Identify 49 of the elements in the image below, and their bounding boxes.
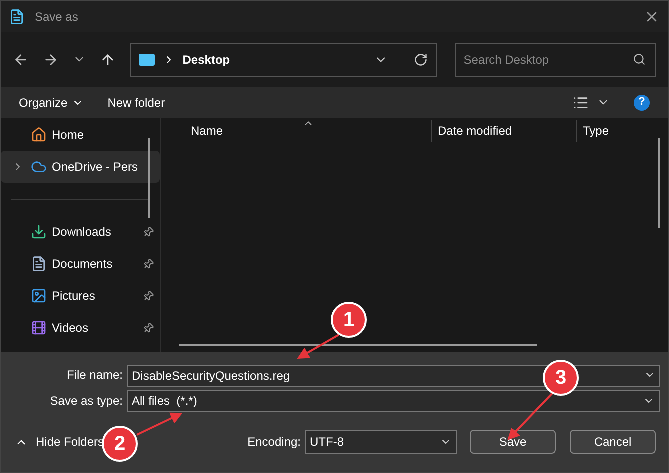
hide-folders-button[interactable]: Hide Folders [9,433,104,451]
picture-icon [31,288,47,304]
document-icon [31,256,47,272]
field-label: Save as type: [49,393,123,410]
video-icon [31,320,47,336]
file-type-dropdown[interactable]: All files (*.*) [127,390,660,412]
column-header[interactable]: Name [191,122,431,140]
save-button[interactable]: Save [470,430,556,454]
search-field[interactable]: Search Desktop [454,42,656,76]
sidebar-label: Home [52,127,86,144]
sidebar-label: Videos [52,320,90,337]
view-options-icon[interactable] [573,94,589,110]
column-header[interactable]: Date modified [438,122,576,140]
notepad-icon [9,8,25,24]
sidebar-label: Downloads [52,224,112,241]
sidebar-item[interactable]: OneDrive - Pers [1,151,160,183]
new-folder-button[interactable]: New folder [108,94,166,112]
sidebar-label: OneDrive - Pers [52,159,140,176]
sidebar-item[interactable]: Home [1,119,160,151]
pointer-arrow [136,412,183,436]
pointer-arrow [297,334,340,359]
organize-button[interactable]: Organize [19,94,84,112]
step-number-badge: 1 [331,302,367,338]
cloud-icon [31,159,47,175]
column-header[interactable]: Type [583,122,610,140]
help-icon[interactable]: ? [634,94,650,110]
refresh-icon[interactable] [414,52,428,66]
encoding-dropdown[interactable]: UTF-8 [305,430,457,454]
search-icon [632,52,646,66]
forward-icon[interactable] [42,52,59,68]
address-bar[interactable]: Desktop [130,42,437,76]
breadcrumb-location[interactable]: Desktop [182,50,366,68]
scrollbar[interactable] [179,344,537,346]
home-icon [31,127,47,143]
window-title: Save as [35,8,78,26]
up-icon[interactable] [100,52,116,68]
sidebar-item[interactable]: Documents [1,248,160,280]
download-icon [31,224,47,240]
sidebar-item[interactable]: Pictures [1,280,160,312]
field-label: Encoding: [248,434,301,451]
sidebar-label: Pictures [52,288,96,305]
sidebar-item[interactable]: Videos [1,312,160,344]
scrollbar[interactable] [148,138,150,218]
back-icon[interactable] [13,52,29,68]
scrollbar[interactable] [658,138,660,228]
field-label: File name: [66,367,123,384]
sidebar-label: Documents [52,256,114,273]
cancel-button[interactable]: Cancel [570,430,656,454]
sidebar-item[interactable]: Downloads [1,216,160,248]
